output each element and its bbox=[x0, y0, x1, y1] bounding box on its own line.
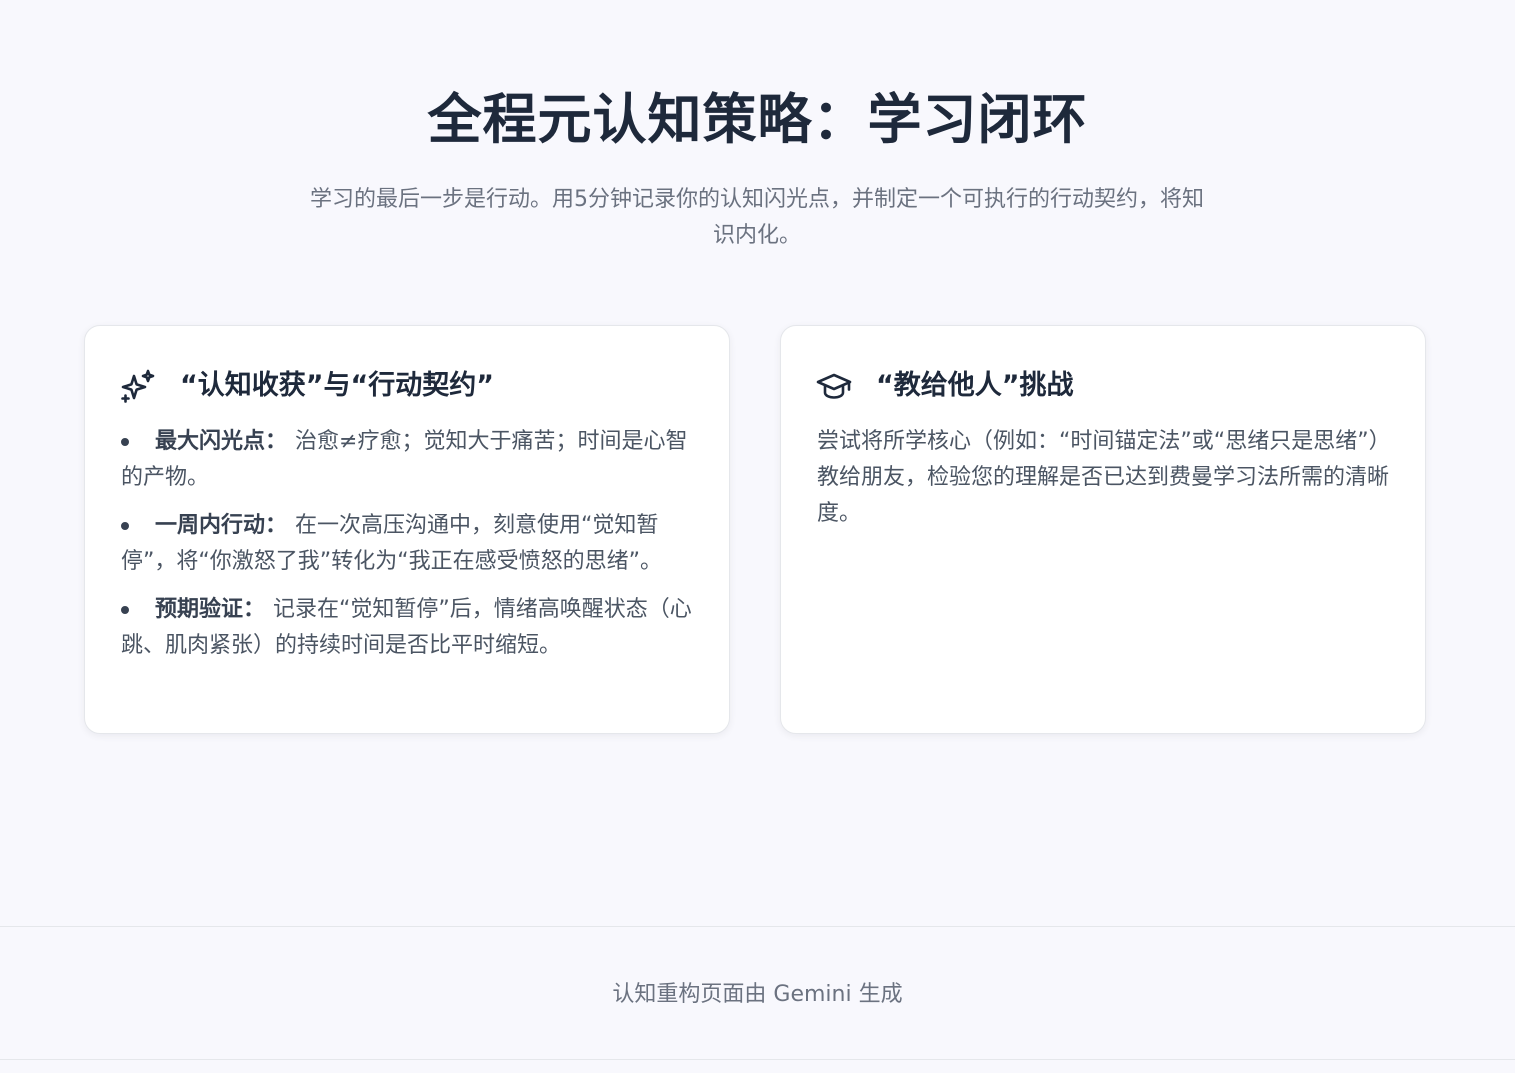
insight-list: 最大闪光点： 治愈≠疗愈；觉知大于痛苦；时间是心智的产物。 一周内行动： 在一次高压… bbox=[121, 424, 696, 664]
point-label: 预期验证： bbox=[155, 597, 266, 622]
card-header: “认知收获”与“行动契约” bbox=[120, 364, 494, 408]
list-item: 最大闪光点： 治愈≠疗愈；觉知大于痛苦；时间是心智的产物。 bbox=[121, 424, 696, 496]
point-label: 最大闪光点： bbox=[155, 429, 288, 454]
teach-others-card: “教给他人”挑战 尝试将所学核心（例如：“时间锚定法”或“思绪只是思绪”）教给朋… bbox=[780, 325, 1426, 734]
page-title: 全程元认知策略：学习闭环 bbox=[427, 88, 1088, 151]
point-label: 一周内行动： bbox=[155, 513, 288, 538]
card-title: “认知收获”与“行动契约” bbox=[180, 370, 494, 401]
list-item: 预期验证： 记录在“觉知暂停”后，情绪高唤醒状态（心跳、肌肉紧张）的持续时间是否比… bbox=[121, 592, 696, 664]
sparkles-icon bbox=[120, 368, 156, 404]
footer-text: 认知重构页面由 Gemini 生成 bbox=[612, 982, 903, 1007]
page-subtitle: 学习的最后一步是行动。用5分钟记录你的认知闪光点，并制定一个可执行的行动契约，将… bbox=[309, 187, 1204, 248]
insight-action-card: “认知收获”与“行动契约” 最大闪光点： 治愈≠疗愈；觉知大于痛苦；时间是心智的产… bbox=[84, 325, 730, 734]
list-item: 一周内行动： 在一次高压沟通中，刻意使用“觉知暂停”，将“你激怒了我”转化为“我正… bbox=[121, 508, 696, 580]
graduation-cap-icon bbox=[816, 368, 852, 404]
card-body: 尝试将所学核心（例如：“时间锚定法”或“思绪只是思绪”）教给朋友，检验您的理解是… bbox=[817, 424, 1392, 532]
card-title: “教给他人”挑战 bbox=[876, 370, 1074, 401]
card-body: 最大闪光点： 治愈≠疗愈；觉知大于痛苦；时间是心智的产物。 一周内行动： 在一次高压… bbox=[121, 424, 696, 676]
page-footer: 认知重构页面由 Gemini 生成 bbox=[0, 926, 1515, 1060]
card-header: “教给他人”挑战 bbox=[816, 364, 1074, 408]
card-text: 尝试将所学核心（例如：“时间锚定法”或“思绪只是思绪”）教给朋友，检验您的理解是… bbox=[817, 429, 1391, 526]
